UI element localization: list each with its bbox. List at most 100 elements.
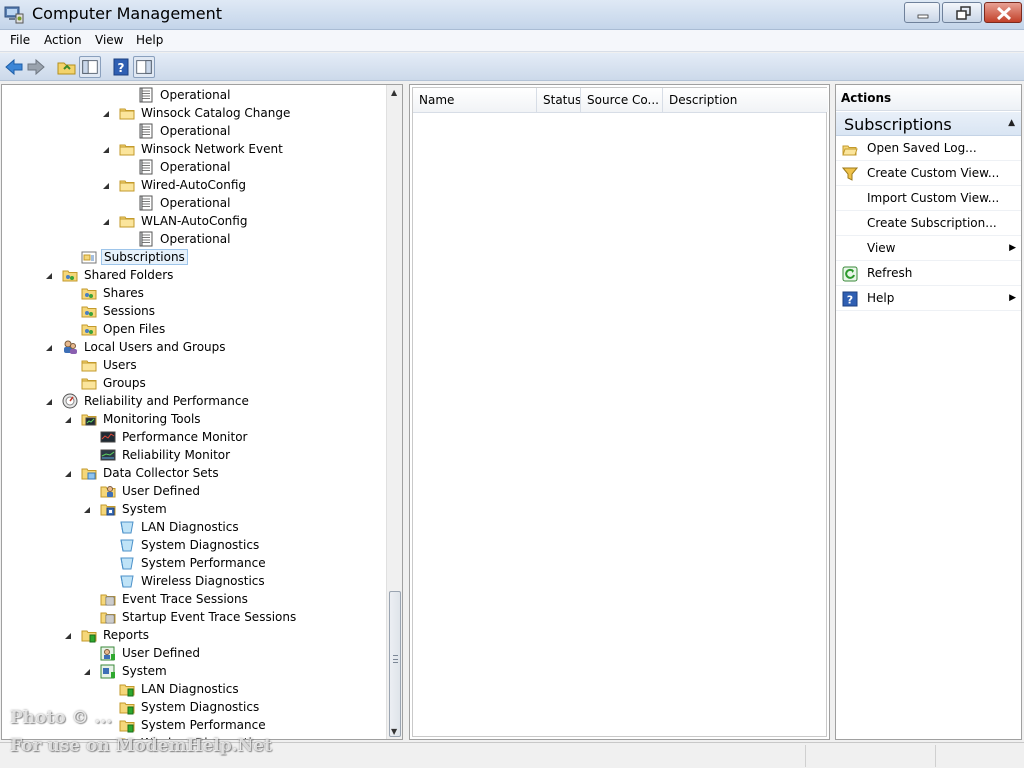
tree-node[interactable]: Operational <box>138 122 232 140</box>
tree-node[interactable]: Event Trace Sessions <box>100 590 250 608</box>
tree-node[interactable]: System <box>100 500 169 518</box>
tree-node[interactable]: Sessions <box>81 302 157 320</box>
tree-expanded-arrow-icon[interactable] <box>64 416 72 424</box>
column-header-description[interactable]: Description <box>663 88 828 112</box>
restore-icon <box>956 6 971 20</box>
tree-node[interactable]: Winsock Network Event <box>119 140 285 158</box>
tree-node[interactable]: Reliability and Performance <box>62 392 251 410</box>
tree-node[interactable]: Wired-AutoConfig <box>119 176 248 194</box>
tree-node[interactable]: Operational <box>138 86 232 104</box>
report-folder-icon <box>119 702 135 715</box>
system-folder-icon <box>100 504 116 516</box>
tree-node[interactable]: Operational <box>138 158 232 176</box>
results-pane[interactable]: Name Status Source Co... Description <box>409 84 830 740</box>
close-button[interactable] <box>984 2 1022 23</box>
tree-node-label: Winsock Catalog Change <box>141 106 291 120</box>
tree-node[interactable]: System Performance <box>119 554 268 572</box>
tree-node-label: Operational <box>160 232 231 246</box>
tree-node[interactable]: System <box>100 662 169 680</box>
scroll-up-arrow-icon[interactable]: ▲ <box>391 88 397 97</box>
tree-node[interactable]: System Diagnostics <box>119 698 261 716</box>
tree-node[interactable]: Local Users and Groups <box>62 338 228 356</box>
menu-view[interactable]: View <box>95 33 123 47</box>
tree-expanded-arrow-icon[interactable] <box>45 398 53 406</box>
tree-node[interactable]: Startup Event Trace Sessions <box>100 608 298 626</box>
tree-vertical-scrollbar[interactable]: ▲ ▼ <box>386 85 402 739</box>
tree-node[interactable]: Shared Folders <box>62 266 175 284</box>
tree-node[interactable]: WLAN-AutoConfig <box>119 212 249 230</box>
back-arrow-icon[interactable] <box>3 56 25 78</box>
tree-node[interactable]: Wireless Diagnostics <box>119 572 267 590</box>
action-item[interactable]: View ▶ <box>836 237 1021 261</box>
tree-node[interactable]: Open Files <box>81 320 167 338</box>
tree-node[interactable]: Shares <box>81 284 146 302</box>
folder-icon <box>119 180 135 192</box>
tree-expanded-arrow-icon[interactable] <box>102 110 110 118</box>
tree-node-label: System <box>122 502 167 516</box>
tree-node[interactable]: Subscriptions <box>81 248 188 266</box>
scrollbar-thumb[interactable] <box>389 591 401 737</box>
show-hide-action-pane-icon[interactable] <box>133 56 155 78</box>
tree-node[interactable]: LAN Diagnostics <box>119 518 241 536</box>
tree-node[interactable]: Users <box>81 356 139 374</box>
show-hide-tree-icon[interactable] <box>79 56 101 78</box>
user-folder-icon <box>100 486 116 498</box>
help-icon[interactable]: ? <box>110 56 132 78</box>
minimize-button[interactable] <box>904 2 940 23</box>
collapse-arrow-icon[interactable]: ▲ <box>1008 118 1015 128</box>
results-list[interactable]: Name Status Source Co... Description <box>412 87 828 737</box>
tree-node[interactable]: Data Collector Sets <box>81 464 221 482</box>
actions-section-header[interactable]: Subscriptions ▲ <box>836 112 1021 136</box>
shared-folder-icon <box>81 288 97 300</box>
tree-node[interactable]: Operational <box>138 194 232 212</box>
log-icon <box>139 195 153 211</box>
shared-folder-icon <box>81 324 97 336</box>
svg-text:?: ? <box>118 61 125 75</box>
tree-node-label: Winsock Network Event <box>141 142 283 156</box>
scroll-down-arrow-icon[interactable]: ▼ <box>391 727 397 736</box>
tree-node[interactable]: User Defined <box>100 482 202 500</box>
tree-expanded-arrow-icon[interactable] <box>45 272 53 280</box>
tree-node[interactable]: LAN Diagnostics <box>119 680 241 698</box>
tree-expanded-arrow-icon[interactable] <box>102 218 110 226</box>
action-label: Create Subscription... <box>867 216 997 230</box>
action-item[interactable]: Create Subscription... <box>836 212 1021 236</box>
tree-node-label: System Performance <box>141 718 266 732</box>
tree-expanded-arrow-icon[interactable] <box>102 182 110 190</box>
menu-file[interactable]: File <box>10 33 30 47</box>
console-tree[interactable]: Operational Winsock Catalog Change Operati… <box>1 84 403 740</box>
column-header-source-computer[interactable]: Source Co... <box>581 88 663 112</box>
tree-expanded-arrow-icon[interactable] <box>102 146 110 154</box>
tree-expanded-arrow-icon[interactable] <box>83 506 91 514</box>
tree-node[interactable]: Winsock Catalog Change <box>119 104 292 122</box>
tree-node[interactable]: User Defined <box>100 644 202 662</box>
tree-node[interactable]: Groups <box>81 374 148 392</box>
action-item[interactable]: Refresh <box>836 262 1021 286</box>
tree-expanded-arrow-icon[interactable] <box>64 470 72 478</box>
forward-arrow-icon[interactable] <box>25 56 47 78</box>
menu-help[interactable]: Help <box>136 33 163 47</box>
tree-node[interactable]: Performance Monitor <box>100 428 249 446</box>
menu-bar: File Action View Help <box>0 30 1024 52</box>
restore-button[interactable] <box>942 2 982 23</box>
column-header-status[interactable]: Status <box>537 88 581 112</box>
tree-expanded-arrow-icon[interactable] <box>45 344 53 352</box>
action-item[interactable]: Open Saved Log... <box>836 137 1021 161</box>
tree-node[interactable]: Operational <box>138 230 232 248</box>
tree-node[interactable]: Reports <box>81 626 151 644</box>
action-item[interactable]: ? Help ▶ <box>836 287 1021 311</box>
tree-node[interactable]: Wireless Diagnostics <box>119 734 267 739</box>
tree-expanded-arrow-icon[interactable] <box>64 632 72 640</box>
up-folder-icon[interactable] <box>56 56 78 78</box>
menu-action[interactable]: Action <box>44 33 82 47</box>
folder-icon <box>119 108 135 120</box>
column-header-name[interactable]: Name <box>413 88 537 112</box>
tree-node[interactable]: System Diagnostics <box>119 536 261 554</box>
tree-node[interactable]: Reliability Monitor <box>100 446 232 464</box>
action-item[interactable]: Create Custom View... <box>836 162 1021 186</box>
tree-node-label: Monitoring Tools <box>103 412 201 426</box>
tree-node[interactable]: Monitoring Tools <box>81 410 203 428</box>
tree-expanded-arrow-icon[interactable] <box>83 668 91 676</box>
action-item[interactable]: Import Custom View... <box>836 187 1021 211</box>
tree-node[interactable]: System Performance <box>119 716 268 734</box>
